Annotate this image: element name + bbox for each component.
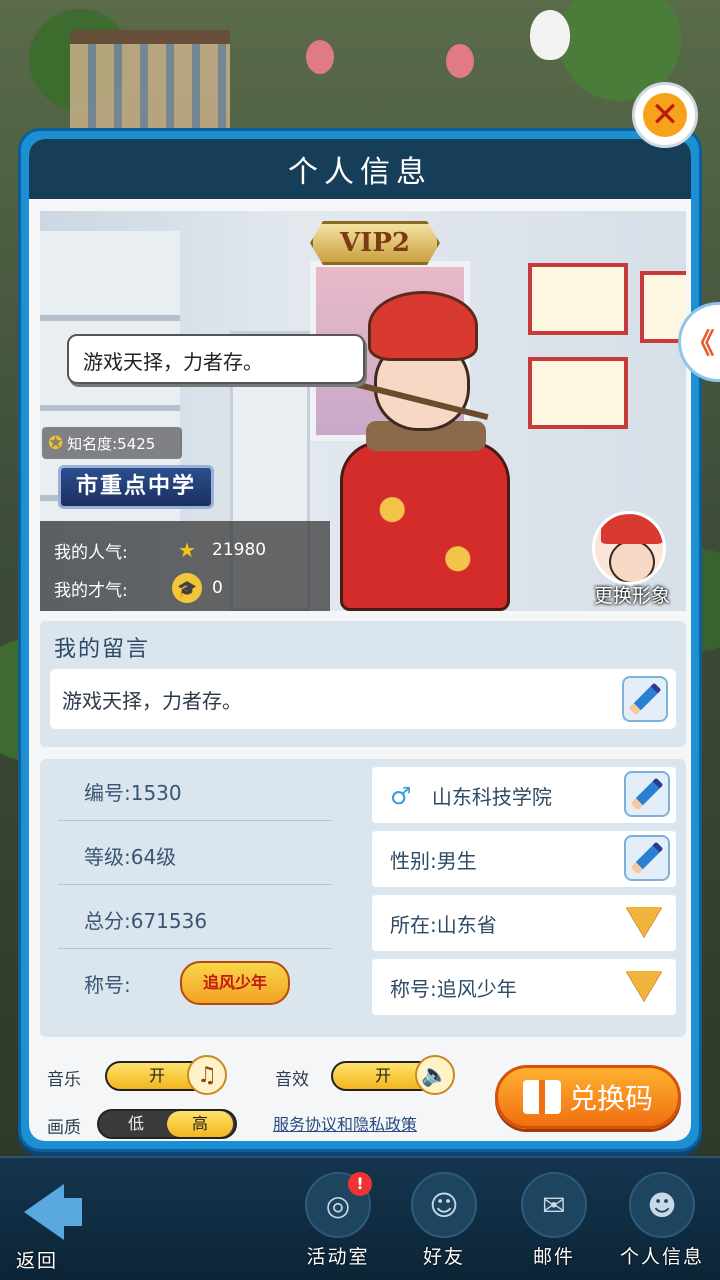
change-avatar-label: 更换形象 (593, 585, 670, 607)
back-arrow-tail (60, 1198, 82, 1226)
quality-low-option[interactable]: 低 (103, 1111, 169, 1137)
graduation-cap-icon: 🎓 (172, 573, 202, 603)
nav-item-activity[interactable]: ◎ ! 活动室 (288, 1172, 388, 1280)
popularity-row: 我的人气: ★ 21980 (54, 535, 266, 565)
change-avatar-button[interactable]: 更换形象 (578, 511, 686, 611)
profile-avatar-icon: ☻ (629, 1172, 695, 1238)
background-building (70, 30, 230, 130)
nav-label: 好友 (422, 1246, 465, 1268)
player-id: 编号:1530 (58, 759, 332, 821)
dropdown-arrow-icon[interactable] (626, 907, 662, 937)
edit-school-button[interactable] (624, 771, 670, 817)
profile-panel: 个人信息 VIP2 游戏天择，力者存。 ✪ 知名度:5425 市重点中学 我的人… (18, 128, 702, 1152)
settings-bar: 音乐 开 ♫ 音效 开 🔈 画质 低 高 服务协议和隐私政策 兑换码 (29, 1047, 691, 1141)
fame-badge: ✪ 知名度:5425 (42, 427, 182, 459)
player-score: 总分:671536 (58, 887, 332, 949)
policy-link[interactable]: 服务协议和隐私政策 (273, 1111, 417, 1135)
dropdown-arrow-icon[interactable] (626, 971, 662, 1001)
friends-icon: ☺ (411, 1172, 477, 1238)
popularity-label: 我的人气: (54, 542, 128, 563)
medal-icon: ✪ (48, 432, 64, 454)
school-field: ♂ 山东科技学院 (372, 767, 676, 823)
nav-label: 邮件 (532, 1246, 575, 1268)
quality-high-option[interactable]: 高 (167, 1111, 233, 1137)
pencil-icon (628, 682, 662, 716)
character-scene: VIP2 游戏天择，力者存。 ✪ 知名度:5425 市重点中学 我的人气: ★ … (40, 211, 686, 611)
gender-field: 性别:男生 (372, 831, 676, 887)
panel-content: 个人信息 VIP2 游戏天择，力者存。 ✪ 知名度:5425 市重点中学 我的人… (29, 139, 691, 1141)
back-button[interactable]: 返回 (16, 1178, 90, 1272)
background-snowman (530, 10, 570, 60)
mail-icon: ✉ (521, 1172, 587, 1238)
background-balloon (446, 44, 474, 78)
quality-label: 画质 (47, 1118, 81, 1138)
talent-label: 我的才气: (54, 580, 128, 601)
close-button[interactable]: ✕ (632, 82, 698, 148)
speaker-icon[interactable]: 🔈 (415, 1055, 455, 1095)
fame-label: 知名度:5425 (67, 434, 156, 453)
school-plate: 市重点中学 (58, 465, 214, 509)
edit-gender-button[interactable] (624, 835, 670, 881)
quality-toggle[interactable]: 低 高 (97, 1109, 237, 1139)
player-character (300, 281, 560, 611)
nav-label: 活动室 (306, 1246, 370, 1268)
vip-badge: VIP2 (310, 221, 440, 265)
title-label: 称号: (84, 973, 131, 997)
gift-icon (522, 1080, 561, 1114)
pencil-icon (630, 841, 664, 875)
bottom-nav: 返回 ◎ ! 活动室 ☺ 好友 ✉ 邮件 ☻ 个人信息 (0, 1156, 720, 1280)
avatar-hat (601, 514, 663, 544)
background-balloon (306, 40, 334, 74)
sound-label: 音效 (275, 1070, 309, 1090)
avatar (592, 511, 666, 585)
avatar-face (609, 540, 655, 582)
male-icon: ♂ (390, 782, 412, 810)
star-icon: ★ (178, 538, 196, 562)
music-note-icon[interactable]: ♫ (187, 1055, 227, 1095)
tiger-hat (368, 291, 478, 361)
back-label: 返回 (16, 1250, 59, 1272)
player-level: 等级:64级 (58, 823, 332, 885)
nav-label: 个人信息 (619, 1246, 704, 1268)
message-text: 游戏天择，力者存。 (62, 689, 242, 713)
message-section: 我的留言 游戏天择，力者存。 (40, 621, 686, 747)
redeem-code-button[interactable]: 兑换码 (495, 1065, 681, 1129)
pencil-icon (630, 777, 664, 811)
title-select-text: 称号:追风少年 (390, 977, 517, 1001)
stats-box: 我的人气: ★ 21980 我的才气: 🎓 0 (40, 521, 330, 611)
notification-badge: ! (348, 1172, 372, 1196)
location-text: 所在:山东省 (390, 913, 497, 937)
page-title: 个人信息 (29, 139, 691, 199)
edit-message-button[interactable] (622, 676, 668, 722)
gender-text: 性别:男生 (390, 849, 477, 873)
message-title: 我的留言 (54, 637, 151, 662)
info-section: 编号:1530 等级:64级 总分:671536 称号: 追风少年 ♂ 山东科技… (40, 759, 686, 1037)
talent-value: 0 (212, 578, 223, 598)
close-icon: ✕ (643, 93, 687, 137)
title-select[interactable]: 称号:追风少年 (372, 959, 676, 1015)
nav-item-profile[interactable]: ☻ 个人信息 (612, 1172, 712, 1280)
player-title-row: 称号: 追风少年 (58, 951, 332, 1013)
nav-item-friends[interactable]: ☺ 好友 (394, 1172, 494, 1280)
music-label: 音乐 (47, 1070, 81, 1090)
speech-bubble: 游戏天择，力者存。 (67, 334, 365, 384)
popularity-value: 21980 (212, 540, 267, 560)
school-name: 山东科技学院 (431, 785, 552, 809)
message-field[interactable]: 游戏天择，力者存。 (50, 669, 676, 729)
location-select[interactable]: 所在:山东省 (372, 895, 676, 951)
talent-row: 我的才气: 🎓 0 (54, 573, 223, 603)
back-arrow-icon (24, 1184, 64, 1240)
redeem-label: 兑换码 (568, 1082, 653, 1115)
title-emblem: 追风少年 (180, 961, 290, 1005)
character-body (340, 441, 510, 611)
nav-item-mail[interactable]: ✉ 邮件 (504, 1172, 604, 1280)
